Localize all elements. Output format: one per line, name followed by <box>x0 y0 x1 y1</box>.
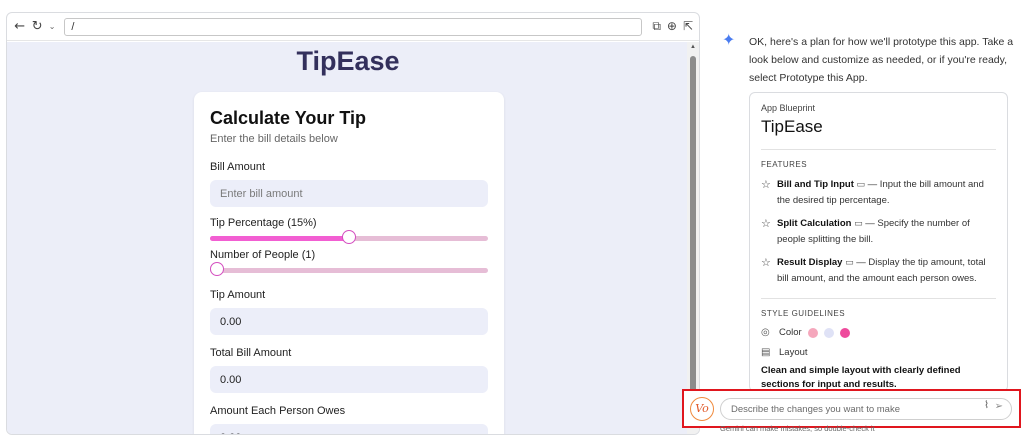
feature-item: ☆ Split Calculation ▭ — Specify the numb… <box>761 216 996 247</box>
divider <box>761 149 996 150</box>
window-icon: ▭ <box>845 258 854 268</box>
feature-name: Split Calculation <box>777 218 852 229</box>
slider-thumb[interactable] <box>210 262 224 276</box>
disclaimer: Gemini can make mistakes, so double-chec… <box>720 424 875 433</box>
feature-item: ☆ Result Display ▭ — Display the tip amo… <box>761 255 996 286</box>
layout-row: ▤ Layout <box>761 347 996 358</box>
color-swatch[interactable] <box>823 327 834 338</box>
device-icon[interactable]: ⧉ <box>652 19 661 34</box>
total-bill-value: 0.00 <box>210 366 488 393</box>
window-icon: ▭ <box>854 219 863 229</box>
color-swatch[interactable] <box>807 327 818 338</box>
tip-percentage-label: Tip Percentage (15%) <box>210 217 317 229</box>
feature-item: ☆ Bill and Tip Input ▭ — Input the bill … <box>761 177 996 208</box>
slider-track <box>210 268 488 273</box>
bill-amount-input[interactable]: Enter bill amount <box>210 180 488 207</box>
back-icon[interactable]: ← <box>13 19 26 34</box>
chevron-down-icon[interactable]: ⌄ <box>48 22 56 31</box>
app-preview: TipEase Calculate Your Tip Enter the bil… <box>7 42 689 434</box>
palette-icon: ◎ <box>761 327 770 338</box>
layout-icon: ▤ <box>761 347 771 358</box>
chat-pane: ✦ OK, here's a plan for how we'll protot… <box>712 0 1024 435</box>
send-icon[interactable]: ➢ <box>995 401 1003 412</box>
number-of-people-label: Number of People (1) <box>210 249 316 261</box>
blueprint-label: App Blueprint <box>761 103 816 113</box>
url-field[interactable]: / <box>64 17 643 36</box>
color-swatch[interactable] <box>839 327 850 338</box>
number-of-people-slider[interactable] <box>210 262 488 276</box>
chat-input[interactable]: Describe the changes you want to make <box>720 398 1012 420</box>
style-guidelines-heading: STYLE GUIDELINES <box>761 309 846 318</box>
reload-icon[interactable]: ↻ <box>30 19 43 34</box>
attach-icon[interactable]: ⌇ <box>984 400 989 411</box>
open-external-icon[interactable]: ⇱ <box>683 19 693 34</box>
feature-name: Result Display <box>777 257 843 268</box>
window-icon: ▭ <box>856 180 866 190</box>
color-row: ◎ Color <box>761 327 996 338</box>
layout-text: Clean and simple layout with clearly def… <box>761 365 961 390</box>
features-heading: FEATURES <box>761 160 808 169</box>
color-label: Color <box>779 327 802 338</box>
divider <box>761 298 996 299</box>
tip-calculator-card: Calculate Your Tip Enter the bill detail… <box>194 92 504 434</box>
star-icon: ☆ <box>761 217 771 230</box>
scrollbar[interactable]: ▲ <box>687 42 699 434</box>
scroll-thumb[interactable] <box>690 56 696 428</box>
tip-amount-label: Tip Amount <box>210 289 266 301</box>
browser-toolbar: ← ↻ ⌄ / ⧉ ⊕ ⇱ <box>7 13 699 41</box>
layout-label: Layout <box>779 347 808 358</box>
card-subtitle: Enter the bill details below <box>210 133 338 145</box>
app-title: TipEase <box>296 46 400 76</box>
assistant-message: OK, here's a plan for how we'll prototyp… <box>749 36 1014 84</box>
preview-pane: ← ↻ ⌄ / ⧉ ⊕ ⇱ TipEase Calculate Your Tip… <box>6 12 700 435</box>
slider-fill <box>210 236 349 241</box>
share-icon[interactable]: ⊕ <box>667 19 677 34</box>
bill-amount-label: Bill Amount <box>210 161 266 173</box>
app-root: ← ↻ ⌄ / ⧉ ⊕ ⇱ TipEase Calculate Your Tip… <box>0 0 1024 435</box>
amount-each-label: Amount Each Person Owes <box>210 405 346 417</box>
card-title: Calculate Your Tip <box>210 108 367 128</box>
chat-input-bar: Vo Describe the changes you want to make… <box>682 389 1021 428</box>
browser-actions: ⧉ ⊕ ⇱ <box>652 19 693 34</box>
total-bill-label: Total Bill Amount <box>210 347 292 359</box>
tip-amount-value: 0.00 <box>210 308 488 335</box>
avatar[interactable]: Vo <box>690 397 714 421</box>
gemini-sparkle-icon: ✦ <box>722 30 736 49</box>
feature-name: Bill and Tip Input <box>777 179 854 190</box>
app-blueprint-card: App Blueprint TipEase FEATURES ☆ Bill an… <box>749 92 1008 392</box>
blueprint-title: TipEase <box>761 117 823 136</box>
tip-percentage-slider[interactable] <box>210 230 488 244</box>
amount-each-value: 0.00 <box>210 424 488 434</box>
star-icon: ☆ <box>761 178 771 191</box>
star-icon: ☆ <box>761 256 771 269</box>
slider-thumb[interactable] <box>342 230 356 244</box>
scroll-up-icon[interactable]: ▲ <box>690 44 696 50</box>
